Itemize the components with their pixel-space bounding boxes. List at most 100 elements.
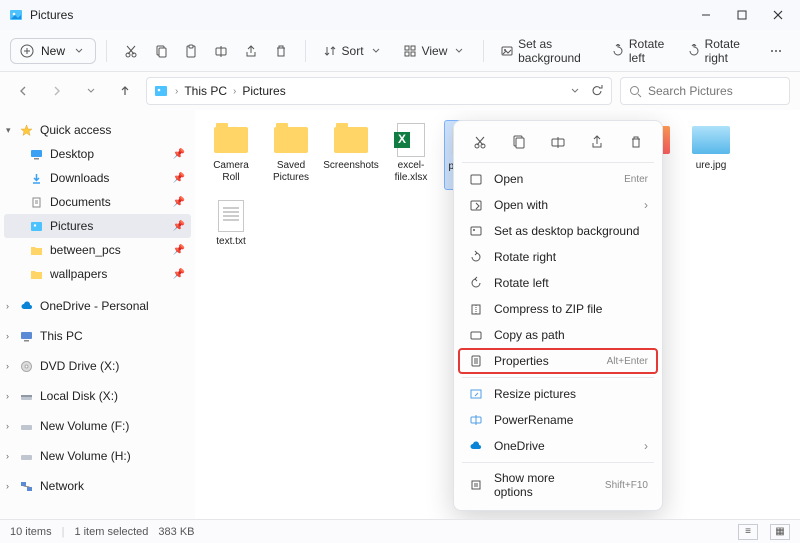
minimize-button[interactable] bbox=[688, 1, 724, 29]
cut-icon[interactable] bbox=[469, 131, 491, 153]
file-text[interactable]: text.txt bbox=[204, 196, 258, 266]
pin-icon: 📌 bbox=[173, 197, 185, 208]
share-icon[interactable] bbox=[586, 131, 608, 153]
view-details-button[interactable]: ≡ bbox=[738, 524, 758, 540]
disc-icon bbox=[18, 358, 34, 374]
ctx-compress-zip[interactable]: Compress to ZIP file bbox=[458, 296, 658, 322]
ctx-open-with[interactable]: Open with bbox=[458, 192, 658, 218]
rotate-left-icon bbox=[468, 275, 484, 291]
sidebar-label: Local Disk (X:) bbox=[40, 389, 118, 403]
ellipsis-icon bbox=[768, 43, 784, 59]
chevron-down-icon bbox=[368, 43, 384, 59]
folder-camera-roll[interactable]: Camera Roll bbox=[204, 120, 258, 190]
sidebar-label: Quick access bbox=[40, 123, 111, 137]
ctx-resize-pictures[interactable]: Resize pictures bbox=[458, 381, 658, 407]
sidebar-onedrive[interactable]: ›OneDrive - Personal bbox=[4, 294, 191, 318]
sort-button[interactable]: Sort bbox=[316, 39, 390, 63]
sidebar-label: wallpapers bbox=[50, 267, 107, 281]
context-separator bbox=[462, 162, 654, 163]
sidebar-label: OneDrive - Personal bbox=[40, 299, 149, 313]
ctx-show-more[interactable]: Show more optionsShift+F10 bbox=[458, 466, 658, 504]
breadcrumb-folder[interactable]: Pictures bbox=[242, 84, 285, 98]
separator bbox=[106, 40, 107, 62]
share-button[interactable] bbox=[237, 39, 265, 63]
sidebar-local-disk[interactable]: ›Local Disk (X:) bbox=[4, 384, 191, 408]
cut-button[interactable] bbox=[117, 39, 145, 63]
file-picture-5[interactable]: ure.jpg bbox=[684, 120, 738, 190]
powerrename-icon bbox=[468, 412, 484, 428]
separator bbox=[483, 40, 484, 62]
sidebar-item-pictures[interactable]: Pictures📌 bbox=[4, 214, 191, 238]
sidebar-network[interactable]: ›Network bbox=[4, 474, 191, 498]
breadcrumb-root[interactable]: This PC bbox=[184, 84, 227, 98]
sidebar-new-volume-h[interactable]: ›New Volume (H:) bbox=[4, 444, 191, 468]
back-button[interactable] bbox=[10, 78, 36, 104]
rename-button[interactable] bbox=[207, 39, 235, 63]
view-button[interactable]: View bbox=[396, 39, 474, 63]
chevron-right-icon: › bbox=[6, 331, 9, 341]
pin-icon: 📌 bbox=[173, 149, 185, 160]
ctx-powerrename[interactable]: PowerRename bbox=[458, 407, 658, 433]
ctx-rotate-right[interactable]: Rotate right bbox=[458, 244, 658, 270]
ctx-properties[interactable]: PropertiesAlt+Enter bbox=[458, 348, 658, 374]
sidebar-label: New Volume (F:) bbox=[40, 419, 129, 433]
chevron-down-icon[interactable] bbox=[567, 83, 583, 99]
folder-icon bbox=[28, 266, 44, 282]
documents-icon bbox=[28, 194, 44, 210]
view-label: View bbox=[422, 44, 448, 58]
new-button[interactable]: New bbox=[10, 38, 96, 64]
ctx-rotate-left[interactable]: Rotate left bbox=[458, 270, 658, 296]
search-input[interactable] bbox=[648, 84, 800, 98]
sidebar-quick-access[interactable]: ▾ Quick access bbox=[4, 118, 191, 142]
ctx-open[interactable]: OpenEnter bbox=[458, 166, 658, 192]
chevron-right-icon: › bbox=[6, 361, 9, 371]
up-button[interactable] bbox=[112, 78, 138, 104]
chevron-right-icon: › bbox=[6, 451, 9, 461]
trash-icon[interactable] bbox=[625, 131, 647, 153]
rotate-right-button[interactable]: Rotate right bbox=[681, 33, 756, 69]
desktop-icon bbox=[28, 146, 44, 162]
sidebar-item-desktop[interactable]: Desktop📌 bbox=[4, 142, 191, 166]
paste-button[interactable] bbox=[177, 39, 205, 63]
sidebar-item-downloads[interactable]: Downloads📌 bbox=[4, 166, 191, 190]
sidebar-this-pc[interactable]: ›This PC bbox=[4, 324, 191, 348]
copy-button[interactable] bbox=[147, 39, 175, 63]
forward-button[interactable] bbox=[44, 78, 70, 104]
ctx-onedrive[interactable]: OneDrive bbox=[458, 433, 658, 459]
file-label: text.txt bbox=[216, 236, 245, 248]
more-button[interactable] bbox=[762, 39, 790, 63]
file-excel[interactable]: excel-file.xlsx bbox=[384, 120, 438, 190]
rotate-left-button[interactable]: Rotate left bbox=[605, 33, 675, 69]
pictures-icon bbox=[153, 83, 169, 99]
maximize-button[interactable] bbox=[724, 1, 760, 29]
ctx-set-background[interactable]: Set as desktop background bbox=[458, 218, 658, 244]
sidebar-item-between-pcs[interactable]: between_pcs📌 bbox=[4, 238, 191, 262]
breadcrumb[interactable]: › This PC › Pictures bbox=[146, 77, 612, 105]
context-separator bbox=[462, 377, 654, 378]
sidebar-new-volume-f[interactable]: ›New Volume (F:) bbox=[4, 414, 191, 438]
window-title: Pictures bbox=[30, 8, 73, 22]
pin-icon: 📌 bbox=[173, 173, 185, 184]
refresh-icon[interactable] bbox=[589, 83, 605, 99]
folder-screenshots[interactable]: Screenshots bbox=[324, 120, 378, 190]
sort-label: Sort bbox=[342, 44, 364, 58]
search-box[interactable] bbox=[620, 77, 790, 105]
sidebar-item-documents[interactable]: Documents📌 bbox=[4, 190, 191, 214]
chevron-right-icon: › bbox=[6, 481, 9, 491]
delete-button[interactable] bbox=[267, 39, 295, 63]
rename-icon[interactable] bbox=[547, 131, 569, 153]
set-background-button[interactable]: Set as background bbox=[494, 33, 599, 69]
rename-icon bbox=[213, 43, 229, 59]
cloud-icon bbox=[18, 298, 34, 314]
sidebar-item-wallpapers[interactable]: wallpapers📌 bbox=[4, 262, 191, 286]
close-button[interactable] bbox=[760, 1, 796, 29]
titlebar: Pictures bbox=[0, 0, 800, 30]
zip-icon bbox=[468, 301, 484, 317]
folder-saved-pictures[interactable]: Saved Pictures bbox=[264, 120, 318, 190]
content-area[interactable]: Camera Roll Saved Pictures Screenshots e… bbox=[195, 110, 800, 519]
recent-button[interactable] bbox=[78, 78, 104, 104]
ctx-copy-path[interactable]: Copy as path bbox=[458, 322, 658, 348]
view-icons-button[interactable]: ▦ bbox=[770, 524, 790, 540]
copy-icon[interactable] bbox=[508, 131, 530, 153]
sidebar-dvd[interactable]: ›DVD Drive (X:) bbox=[4, 354, 191, 378]
